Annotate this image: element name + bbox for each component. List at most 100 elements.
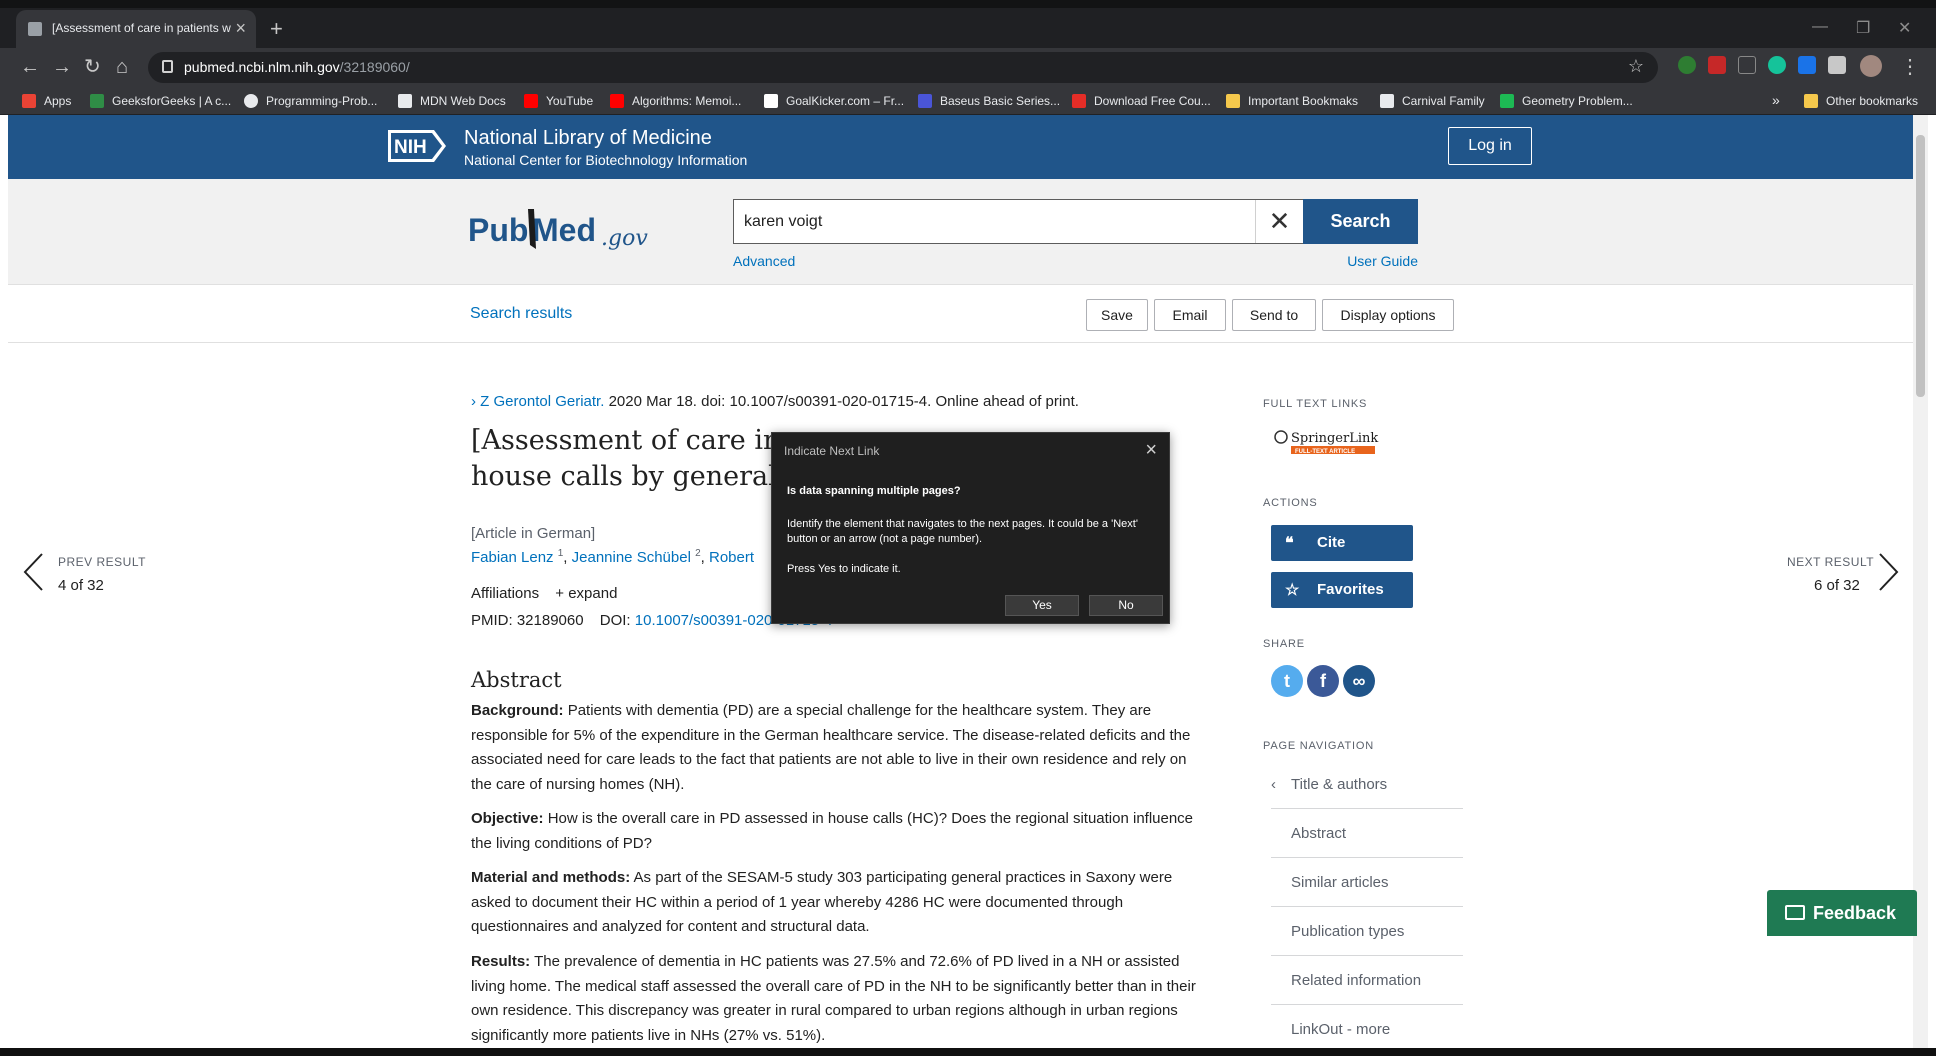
prev-result-label[interactable]: PREV RESULT [58,555,146,569]
favorites-label: Favorites [1317,581,1384,598]
nlm-title[interactable]: National Library of Medicine [464,127,712,150]
chevron-left-icon: ‹ [1271,776,1276,793]
page-nav-similar-articles[interactable]: Similar articles [1271,858,1463,907]
restore-icon[interactable]: ❐ [1856,18,1870,38]
author-link[interactable]: Fabian Lenz [471,549,554,566]
cite-button[interactable]: ❝ Cite [1271,525,1413,561]
bookmark-item[interactable]: GeeksforGeeks | A c... [90,94,231,110]
new-tab-icon[interactable]: + [270,18,283,40]
address-url[interactable]: pubmed.ncbi.nlm.nih.gov/32189060/ [184,59,410,75]
reload-icon[interactable]: ↻ [84,56,101,78]
browser-menu-icon[interactable]: ⋮ [1900,56,1920,78]
springerlink-button[interactable]: SpringerLink FULL-TEXT ARTICLE [1273,427,1383,457]
bookmark-item[interactable]: Programming-Prob... [244,94,377,110]
next-result-chevron-icon[interactable] [1878,552,1900,592]
search-input[interactable] [744,210,1234,234]
next-result-label[interactable]: NEXT RESULT [1787,555,1874,569]
author-link[interactable]: Jeannine Schübel [572,549,691,566]
profile-avatar[interactable] [1860,55,1882,77]
back-icon[interactable]: ← [20,56,40,78]
bookmark-item[interactable]: Important Bookmaks [1226,94,1358,110]
permalink-icon[interactable]: ∞ [1343,665,1375,697]
twitter-icon[interactable]: t [1271,665,1303,697]
bookmark-item[interactable]: Baseus Basic Series... [918,94,1060,110]
prev-result-chevron-icon[interactable] [22,552,44,592]
bookmark-label: Carnival Family [1402,94,1485,108]
page-nav-title-authors[interactable]: ‹ Title & authors [1271,760,1463,809]
dialog-no-button[interactable]: No [1089,595,1163,616]
bookmark-item[interactable]: Apps [22,94,71,110]
tab-close-icon[interactable]: × [235,18,246,38]
page-nav-abstract[interactable]: Abstract [1271,809,1463,858]
forward-icon[interactable]: → [52,56,72,78]
email-button[interactable]: Email [1154,299,1226,331]
page-nav-related-information[interactable]: Related information [1271,956,1463,1005]
bookmark-item[interactable]: YouTube [524,94,593,110]
bookmark-item[interactable]: GoalKicker.com – Fr... [764,94,904,110]
page-nav-publication-types[interactable]: Publication types [1271,907,1463,956]
dialog-close-icon[interactable]: × [1145,439,1157,462]
browser-tab[interactable]: [Assessment of care in patients w × [16,10,256,48]
adblock-icon[interactable] [1708,56,1726,74]
advanced-search-link[interactable]: Advanced [733,253,795,269]
extension-brackets-icon[interactable] [1738,56,1756,74]
home-icon[interactable]: ⌂ [116,56,128,78]
more-bookmarks-button[interactable]: » [1772,92,1780,108]
pubmed-logo-icon[interactable]: Pub Med .gov [468,205,658,255]
author-link[interactable]: Robert [709,549,754,566]
bookmark-item[interactable]: Carnival Family [1380,94,1485,110]
feedback-button[interactable]: Feedback [1767,890,1917,936]
bookmark-item[interactable]: Algorithms: Memoi... [610,94,741,110]
favorites-button[interactable]: ☆ Favorites [1271,572,1413,608]
indicate-next-link-dialog: Indicate Next Link × Is data spanning mu… [771,432,1170,624]
extensions-puzzle-icon[interactable] [1828,56,1846,74]
facebook-icon[interactable]: f [1307,665,1339,697]
browser-toolbar: ← → ↻ ⌂ pubmed.ncbi.nlm.nih.gov/32189060… [0,48,1936,88]
bookmark-star-icon[interactable]: ☆ [1628,56,1644,77]
bookmark-label: YouTube [546,94,594,108]
other-bookmarks-folder[interactable]: Other bookmarks [1804,94,1918,110]
display-options-button[interactable]: Display options [1322,299,1454,331]
lock-icon[interactable] [162,60,173,73]
user-guide-link[interactable]: User Guide [1347,253,1418,269]
login-button[interactable]: Log in [1448,127,1532,165]
bookmark-label: MDN Web Docs [420,94,506,108]
ncbi-subtitle[interactable]: National Center for Biotechnology Inform… [464,152,747,168]
clear-search-icon[interactable]: ✕ [1255,200,1303,243]
journal-link[interactable]: Z Gerontol Geriatr. [480,393,604,410]
feedback-label: Feedback [1813,903,1897,923]
window-close-icon[interactable]: ✕ [1898,18,1911,38]
next-result-count[interactable]: 6 of 32 [1814,577,1860,594]
prev-result-count[interactable]: 4 of 32 [58,577,104,594]
extension-record-icon[interactable] [1678,56,1696,74]
chevron-right-icon[interactable]: › [471,393,476,410]
dialog-yes-button[interactable]: Yes [1005,595,1079,616]
expand-toggle[interactable]: + expand [555,585,617,602]
bookmark-item[interactable]: Geometry Problem... [1500,94,1633,110]
address-bar[interactable]: pubmed.ncbi.nlm.nih.gov/32189060/ ☆ [148,52,1658,83]
minimize-icon[interactable]: — [1812,18,1828,36]
page-nav-linkout[interactable]: LinkOut - more [1271,1005,1463,1052]
feedback-icon [1785,905,1805,920]
section-label: Results: [471,953,531,970]
pmid-value: 32189060 [516,612,584,629]
grammarly-icon[interactable] [1768,56,1786,74]
send-to-button[interactable]: Send to [1232,299,1316,331]
geeksforgeeks-icon [90,94,104,108]
bookmark-item[interactable]: Download Free Cou... [1072,94,1211,110]
bookmark-label: GeeksforGeeks | A c... [112,94,232,108]
save-button[interactable]: Save [1086,299,1148,331]
folder-icon [1804,94,1818,108]
page-nav-label: Related information [1291,972,1422,989]
abstract-heading: Abstract [471,668,562,692]
search-results-link[interactable]: Search results [470,305,572,323]
abstract-background: Background: Patients with dementia (PD) … [471,699,1211,797]
scrollbar-thumb[interactable] [1916,135,1925,397]
bookmark-item[interactable]: MDN Web Docs [398,94,506,110]
extension-screenshot-icon[interactable] [1798,56,1816,74]
doi-label: DOI: [599,612,631,629]
nih-logo-icon[interactable]: NIH [388,126,448,166]
dialog-question: Is data spanning multiple pages? [787,485,961,497]
article-language: [Article in German] [471,525,596,542]
search-button[interactable]: Search [1303,199,1418,244]
